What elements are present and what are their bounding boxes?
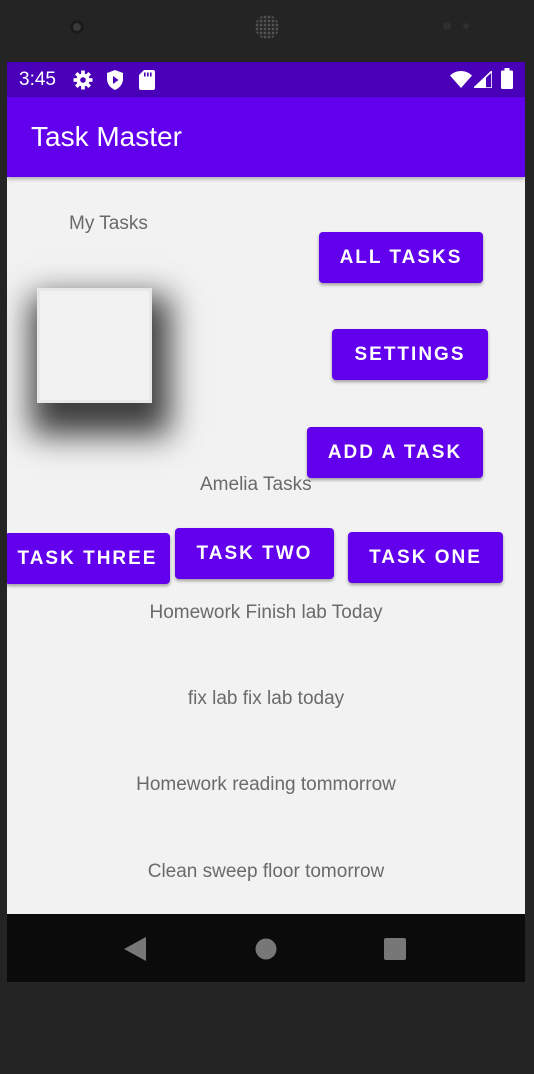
proximity-sensor [443, 22, 451, 30]
task-three-button[interactable]: TASK THREE [7, 533, 170, 584]
task-one-button[interactable]: TASK ONE [348, 532, 503, 583]
gear-icon [73, 70, 93, 95]
front-camera [70, 20, 84, 34]
light-sensor [463, 23, 469, 29]
image-placeholder [37, 288, 152, 403]
status-bar: 3:45 [7, 62, 525, 97]
navigation-bar [7, 914, 525, 982]
home-icon[interactable] [255, 938, 277, 965]
all-tasks-button[interactable]: ALL TASKS [319, 232, 483, 283]
sd-card-icon [139, 70, 155, 95]
list-item[interactable]: Homework Finish lab Today [7, 602, 525, 624]
signal-icon [471, 69, 493, 93]
list-item[interactable]: Clean sweep floor tomorrow [7, 861, 525, 883]
app-title: Task Master [31, 121, 182, 152]
wifi-icon [450, 71, 472, 93]
device-screen: 3:45 Task Master My Tasks ALL TASKS SETT… [7, 62, 525, 982]
user-tasks-label: Amelia Tasks [200, 474, 312, 495]
settings-button[interactable]: SETTINGS [332, 329, 488, 380]
task-two-button[interactable]: TASK TWO [175, 528, 334, 579]
add-task-button[interactable]: ADD A TASK [307, 427, 483, 478]
task-image [37, 288, 162, 413]
list-item[interactable]: fix lab fix lab today [7, 688, 525, 710]
back-icon[interactable] [124, 937, 146, 966]
recents-icon[interactable] [384, 938, 406, 965]
status-time: 3:45 [19, 69, 56, 90]
list-item[interactable]: Homework reading tommorrow [7, 774, 525, 796]
page-heading: My Tasks [69, 213, 148, 234]
shield-icon [106, 70, 124, 95]
app-bar: Task Master [7, 97, 525, 177]
battery-icon [501, 68, 513, 94]
earpiece-speaker [255, 15, 279, 39]
